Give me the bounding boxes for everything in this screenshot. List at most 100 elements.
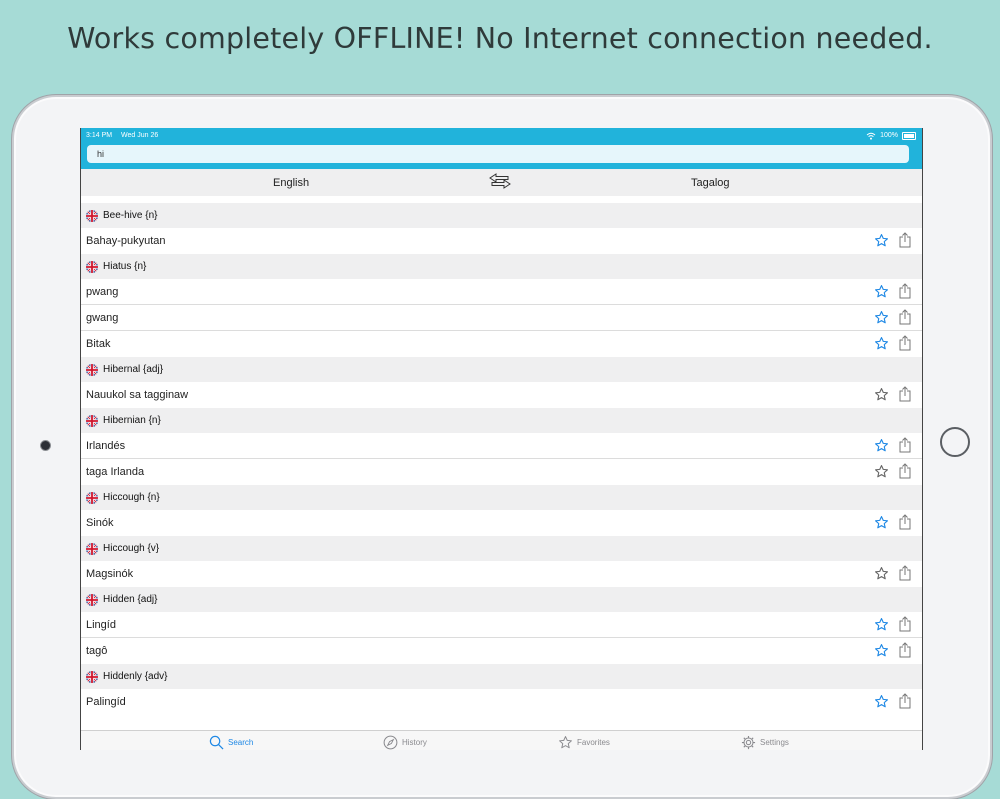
translation-text: gwang [86, 312, 119, 324]
translation-text: Magsinók [86, 568, 134, 580]
translation-text: taga Irlanda [86, 466, 145, 478]
status-right: 100% [866, 128, 916, 143]
uk-flag-icon [86, 415, 98, 427]
favorite-star-icon[interactable] [874, 233, 889, 248]
translation-row[interactable]: Palingíd [81, 689, 922, 715]
battery-icon [902, 131, 916, 140]
uk-flag-icon [86, 671, 98, 683]
share-icon[interactable] [898, 335, 912, 351]
share-icon[interactable] [898, 514, 912, 530]
entry-headword: Hibernian {n} [103, 415, 161, 426]
favorite-star-icon[interactable] [874, 617, 889, 632]
status-date: Wed Jun 26 [121, 132, 159, 139]
entry-header: Hiatus {n} [81, 254, 922, 279]
star-icon [558, 735, 573, 750]
list-top-gap [81, 196, 922, 203]
uk-flag-icon [86, 210, 98, 222]
translation-row[interactable]: pwang [81, 279, 922, 305]
results-list: Bee-hive {n} Bahay-pukyutan Hiatus {n} pwan… [81, 203, 922, 715]
favorite-star-icon[interactable] [874, 387, 889, 402]
share-icon[interactable] [898, 232, 912, 248]
swap-languages-icon[interactable] [488, 173, 512, 189]
entry-headword: Hibernal {adj} [103, 364, 164, 375]
entry-headword: Hidden {adj} [103, 594, 158, 605]
entry-headword: Bee-hive {n} [103, 210, 158, 221]
favorite-star-icon[interactable] [874, 566, 889, 581]
tab-favorites[interactable]: Favorites [558, 735, 610, 750]
share-icon[interactable] [898, 565, 912, 581]
share-icon[interactable] [898, 437, 912, 453]
app-screen: 3:14 PM Wed Jun 26 100% English Tagalog … [80, 128, 923, 750]
uk-flag-icon [86, 594, 98, 606]
favorite-star-icon[interactable] [874, 310, 889, 325]
share-icon[interactable] [898, 283, 912, 299]
compass-icon [383, 735, 398, 750]
share-icon[interactable] [898, 616, 912, 632]
tab-label: Favorites [577, 738, 610, 747]
favorite-star-icon[interactable] [874, 515, 889, 530]
translation-text: Bahay-pukyutan [86, 235, 166, 247]
share-icon[interactable] [898, 386, 912, 402]
translation-text: Nauukol sa tagginaw [86, 389, 189, 401]
status-time: 3:14 PM [86, 132, 113, 139]
tab-settings[interactable]: Settings [741, 735, 789, 750]
favorite-star-icon[interactable] [874, 694, 889, 709]
uk-flag-icon [86, 492, 98, 504]
entry-header: Bee-hive {n} [81, 203, 922, 228]
share-icon[interactable] [898, 463, 912, 479]
translation-row[interactable]: Irlandés [81, 433, 922, 459]
uk-flag-icon [86, 364, 98, 376]
translation-row[interactable]: Magsinók [81, 561, 922, 587]
tab-bar: Search History Favorites Settings [81, 730, 922, 750]
translation-row[interactable]: Nauukol sa tagginaw [81, 382, 922, 408]
uk-flag-icon [86, 261, 98, 273]
favorite-star-icon[interactable] [874, 643, 889, 658]
translation-text: tagô [86, 645, 108, 657]
entry-header: Hiccough {n} [81, 485, 922, 510]
tab-label: Search [228, 738, 254, 747]
translation-text: pwang [86, 286, 119, 298]
tab-search[interactable]: Search [209, 735, 253, 750]
entry-headword: Hiddenly {adv} [103, 671, 168, 682]
headline: Works completely OFFLINE! No Internet co… [67, 22, 933, 55]
entry-headword: Hiccough {v} [103, 543, 160, 554]
entry-headword: Hiccough {n} [103, 492, 160, 503]
entry-headword: Hiatus {n} [103, 261, 147, 272]
translation-row[interactable]: gwang [81, 305, 922, 331]
favorite-star-icon[interactable] [874, 438, 889, 453]
entry-header: Hidden {adj} [81, 587, 922, 612]
translation-row[interactable]: Bahay-pukyutan [81, 228, 922, 254]
translation-text: Bitak [86, 338, 111, 350]
entry-header: Hibernian {n} [81, 408, 922, 433]
status-bar: 3:14 PM Wed Jun 26 100% [81, 128, 922, 143]
source-language[interactable]: English [273, 177, 309, 189]
favorite-star-icon[interactable] [874, 336, 889, 351]
translation-row[interactable]: Sinók [81, 510, 922, 536]
search-input[interactable] [87, 145, 909, 163]
translation-row[interactable]: tagô [81, 638, 922, 664]
uk-flag-icon [86, 543, 98, 555]
favorite-star-icon[interactable] [874, 284, 889, 299]
share-icon[interactable] [898, 642, 912, 658]
wifi-icon [866, 132, 876, 140]
search-bar [81, 143, 922, 169]
share-icon[interactable] [898, 309, 912, 325]
battery-percent: 100% [880, 132, 898, 139]
translation-row[interactable]: Bitak [81, 331, 922, 357]
translation-text: Palingíd [86, 696, 126, 708]
share-icon[interactable] [898, 693, 912, 709]
language-bar: English Tagalog [81, 169, 922, 196]
tab-label: History [402, 738, 427, 747]
entry-header: Hiddenly {adv} [81, 664, 922, 689]
search-icon [209, 735, 224, 750]
tab-label: Settings [760, 738, 789, 747]
entry-header: Hiccough {v} [81, 536, 922, 561]
home-button[interactable] [940, 427, 970, 457]
gear-icon [741, 735, 756, 750]
target-language[interactable]: Tagalog [691, 177, 730, 189]
translation-text: Lingíd [86, 619, 116, 631]
translation-row[interactable]: taga Irlanda [81, 459, 922, 485]
favorite-star-icon[interactable] [874, 464, 889, 479]
tab-history[interactable]: History [383, 735, 427, 750]
translation-row[interactable]: Lingíd [81, 612, 922, 638]
